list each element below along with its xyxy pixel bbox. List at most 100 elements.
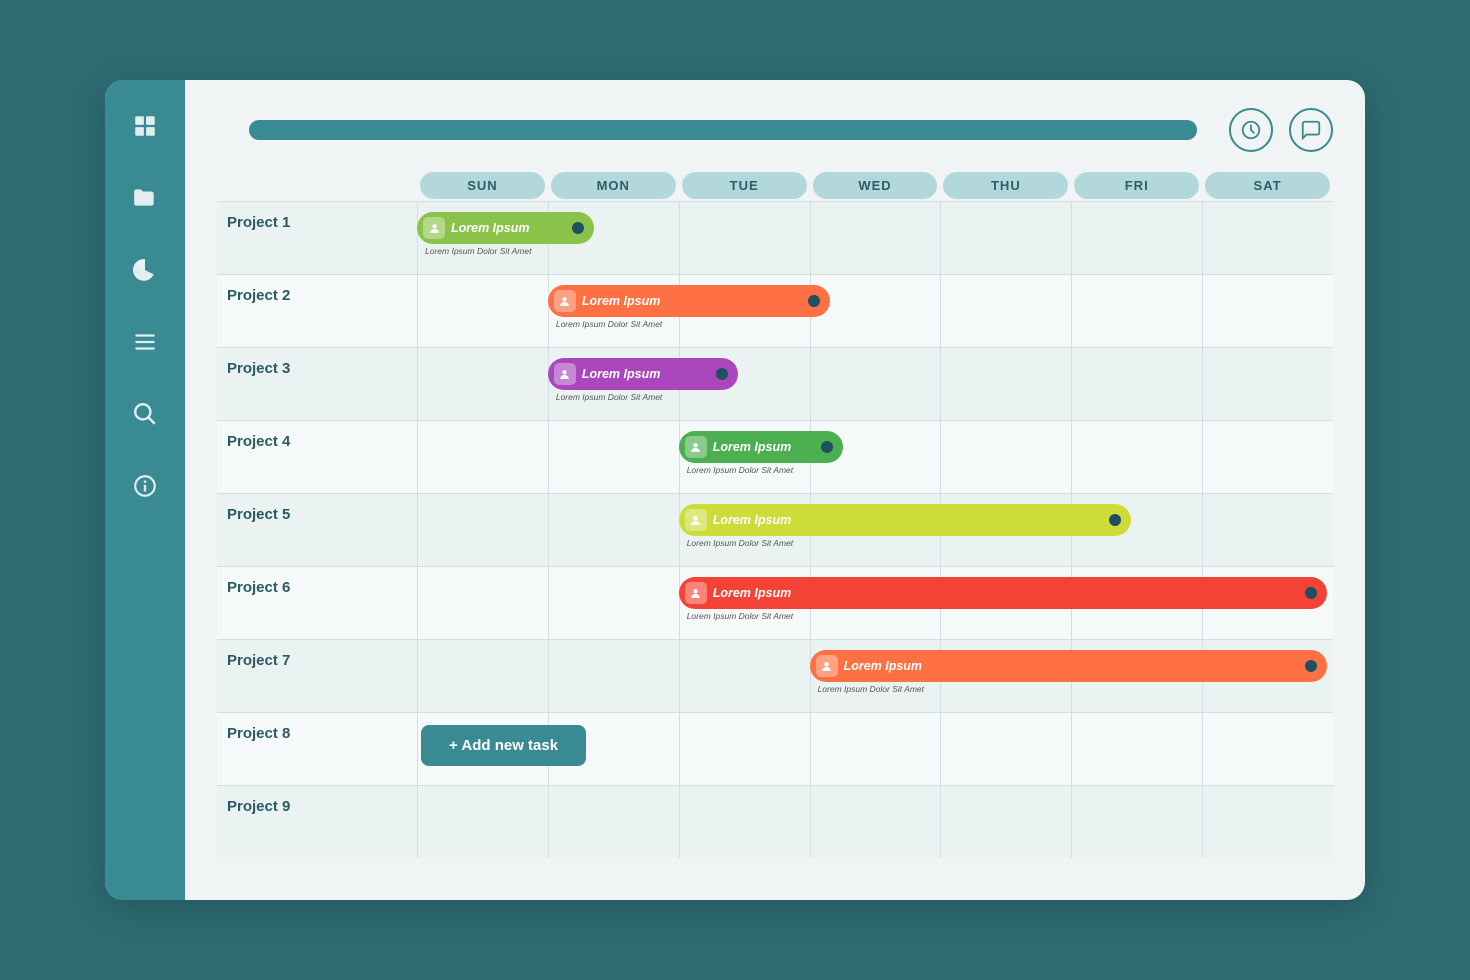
day-cell-2-3: [810, 275, 941, 347]
task-bar-project-4[interactable]: Lorem Ipsum: [679, 431, 843, 463]
header: [217, 108, 1333, 152]
table-row: Project 8+ Add new task: [217, 712, 1333, 785]
task-avatar: [816, 655, 838, 677]
day-cell-9-6: [1202, 786, 1333, 858]
task-label: Lorem Ipsum: [844, 659, 923, 673]
timetable: SUN MON TUE WED THU FRI SAT Project 1 Lor…: [217, 170, 1333, 880]
main-content: SUN MON TUE WED THU FRI SAT Project 1 Lor…: [185, 80, 1365, 900]
task-label: Lorem Ipsum: [451, 221, 530, 235]
day-cell-9-5: [1071, 786, 1202, 858]
outer-container: SUN MON TUE WED THU FRI SAT Project 1 Lor…: [50, 50, 1420, 930]
sidebar-icon-pie-chart[interactable]: [127, 252, 163, 288]
day-cell-8-2: [679, 713, 810, 785]
task-bar-project-5[interactable]: Lorem Ipsum: [679, 504, 1131, 536]
day-cell-2-4: [940, 275, 1071, 347]
day-cell-7-2: [679, 640, 810, 712]
project-name-7: Project 7: [217, 640, 417, 669]
day-header-sun: SUN: [420, 172, 545, 199]
day-cell-3-4: [940, 348, 1071, 420]
task-end-dot: [1305, 660, 1317, 672]
day-cell-3-3: [810, 348, 941, 420]
day-cell-8-4: [940, 713, 1071, 785]
day-cell-7-1: [548, 640, 679, 712]
header-icons: [1229, 108, 1333, 152]
day-cell-9-0: [417, 786, 548, 858]
task-end-dot: [1305, 587, 1317, 599]
day-headers-row: SUN MON TUE WED THU FRI SAT: [217, 170, 1333, 201]
task-end-dot: [821, 441, 833, 453]
task-end-dot: [572, 222, 584, 234]
task-bar-project-6[interactable]: Lorem Ipsum: [679, 577, 1327, 609]
task-label: Lorem Ipsum: [713, 440, 792, 454]
day-cell-1-2: [679, 202, 810, 274]
task-label: Lorem Ipsum: [582, 294, 661, 308]
day-cell-9-2: [679, 786, 810, 858]
day-cell-1-5: [1071, 202, 1202, 274]
day-header-sat: SAT: [1205, 172, 1330, 199]
day-cell-8-3: [810, 713, 941, 785]
weekly-timetable-badge: [249, 120, 1197, 140]
task-bar-project-2[interactable]: Lorem Ipsum: [548, 285, 830, 317]
sidebar-icon-folder[interactable]: [127, 180, 163, 216]
table-row: Project 2Lorem IpsumLorem Ipsum Dolor Si…: [217, 274, 1333, 347]
day-header-fri: FRI: [1074, 172, 1199, 199]
day-cell-8-6: [1202, 713, 1333, 785]
task-label: Lorem Ipsum: [713, 586, 792, 600]
day-cell-4-4: [940, 421, 1071, 493]
day-cell-4-0: [417, 421, 548, 493]
task-label: Lorem Ipsum: [713, 513, 792, 527]
task-avatar: [554, 363, 576, 385]
day-cell-5-0: [417, 494, 548, 566]
day-cell-1-4: [940, 202, 1071, 274]
sidebar-icon-grid[interactable]: [127, 108, 163, 144]
add-new-task-button[interactable]: + Add new task: [421, 725, 586, 766]
day-cell-7-0: [417, 640, 548, 712]
task-label: Lorem Ipsum: [582, 367, 661, 381]
day-cell-5-1: [548, 494, 679, 566]
sidebar-icon-info[interactable]: [127, 468, 163, 504]
day-header-wed: WED: [813, 172, 938, 199]
sidebar: [105, 80, 185, 900]
day-cell-9-4: [940, 786, 1071, 858]
day-cell-2-0: [417, 275, 548, 347]
day-cell-8-5: [1071, 713, 1202, 785]
table-row: Project 6Lorem IpsumLorem Ipsum Dolor Si…: [217, 566, 1333, 639]
task-bar-project-3[interactable]: Lorem Ipsum: [548, 358, 738, 390]
day-cell-1-6: [1202, 202, 1333, 274]
project-name-4: Project 4: [217, 421, 417, 450]
activity-list-label: [217, 170, 417, 201]
day-cell-9-1: [548, 786, 679, 858]
sidebar-icon-search[interactable]: [127, 396, 163, 432]
task-avatar: [423, 217, 445, 239]
project-name-3: Project 3: [217, 348, 417, 377]
table-row: Project 3Lorem IpsumLorem Ipsum Dolor Si…: [217, 347, 1333, 420]
day-cell-2-6: [1202, 275, 1333, 347]
task-end-dot: [716, 368, 728, 380]
sidebar-icon-list[interactable]: [127, 324, 163, 360]
day-cell-4-1: [548, 421, 679, 493]
day-cell-6-0: [417, 567, 548, 639]
day-cell-3-0: [417, 348, 548, 420]
task-avatar: [685, 436, 707, 458]
rows-container: Project 1Lorem IpsumLorem Ipsum Dolor Si…: [217, 201, 1333, 880]
project-name-2: Project 2: [217, 275, 417, 304]
task-bar-project-7[interactable]: Lorem Ipsum: [810, 650, 1327, 682]
day-header-thu: THU: [943, 172, 1068, 199]
task-bar-project-1[interactable]: Lorem Ipsum: [417, 212, 594, 244]
project-name-1: Project 1: [217, 202, 417, 231]
day-cell-2-5: [1071, 275, 1202, 347]
table-row: Project 7Lorem IpsumLorem Ipsum Dolor Si…: [217, 639, 1333, 712]
clock-icon-button[interactable]: [1229, 108, 1273, 152]
main-card: SUN MON TUE WED THU FRI SAT Project 1 Lor…: [105, 80, 1365, 900]
day-cell-6-1: [548, 567, 679, 639]
table-row: Project 9: [217, 785, 1333, 858]
day-cell-4-6: [1202, 421, 1333, 493]
task-avatar: [554, 290, 576, 312]
day-cell-4-5: [1071, 421, 1202, 493]
task-avatar: [685, 582, 707, 604]
project-name-9: Project 9: [217, 786, 417, 815]
table-row: Project 5Lorem IpsumLorem Ipsum Dolor Si…: [217, 493, 1333, 566]
day-header-tue: TUE: [682, 172, 807, 199]
chat-icon-button[interactable]: [1289, 108, 1333, 152]
day-cell-5-6: [1202, 494, 1333, 566]
